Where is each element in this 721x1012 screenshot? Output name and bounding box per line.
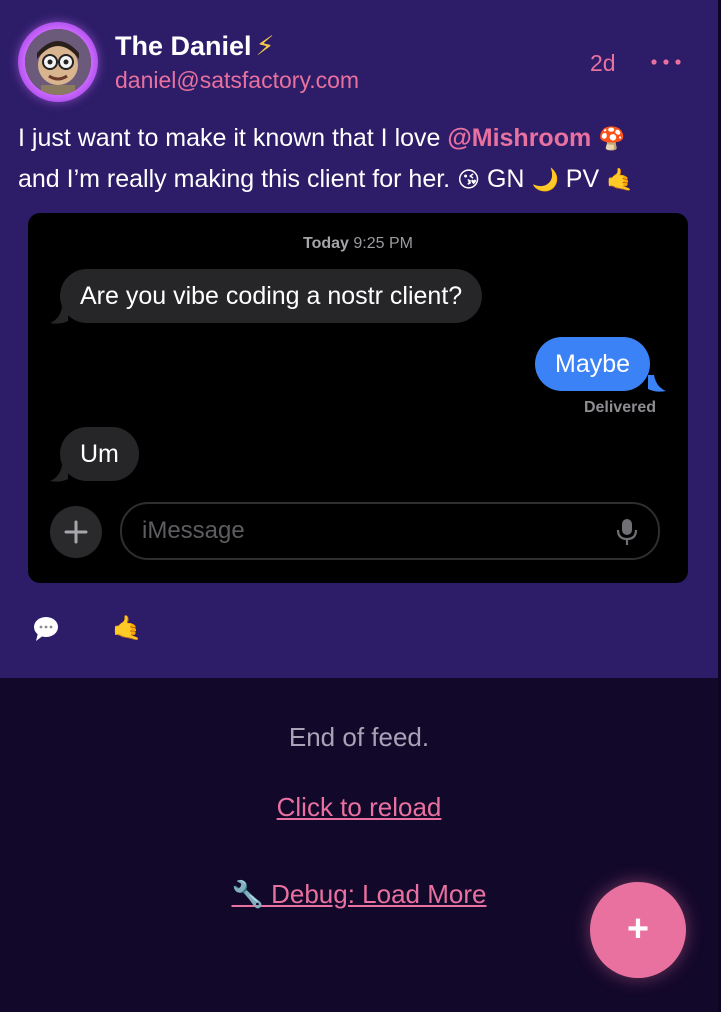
note-word-pv: PV xyxy=(565,165,600,193)
reload-link[interactable]: Click to reload xyxy=(0,792,718,823)
note-text-line2: and I’m really making this client for he… xyxy=(18,165,451,193)
attached-image[interactable]: Today 9:25 PM Are you vibe coding a nost… xyxy=(28,213,688,583)
author-name[interactable]: The Daniel ⚡ xyxy=(115,31,275,62)
author-name-text[interactable]: The Daniel xyxy=(115,31,252,61)
kiss-emoji: 😘 xyxy=(457,167,481,192)
mention-link[interactable]: @Mishroom xyxy=(447,124,591,152)
moon-emoji: 🌙 xyxy=(531,167,559,192)
ellipsis-horizontal-icon[interactable] xyxy=(648,46,684,76)
compose-button[interactable]: + xyxy=(590,882,686,978)
plus-icon xyxy=(50,506,102,558)
bubble-tail xyxy=(648,375,666,392)
message-clock: 9:25 PM xyxy=(353,235,413,252)
message-day: Today xyxy=(303,235,349,252)
message-timestamp: Today 9:25 PM xyxy=(28,235,688,253)
imessage-input: iMessage xyxy=(120,502,660,560)
debug-load-more-text[interactable]: 🔧 Debug: Load More xyxy=(232,879,487,909)
message-bubble-outgoing: Maybe xyxy=(535,337,651,391)
lightning-bolt-icon: ⚡ xyxy=(255,31,275,61)
reload-link-text[interactable]: Click to reload xyxy=(277,792,442,822)
shaka-emoji: 🤙 xyxy=(606,167,634,192)
bubble-tail xyxy=(50,307,68,324)
note-content: I just want to make it known that I love… xyxy=(18,118,708,200)
bubble-tail xyxy=(50,465,68,482)
mushroom-emoji: 🍄 xyxy=(598,126,626,151)
note-text: I just want to make it known that I love xyxy=(18,124,448,152)
delivered-label: Delivered xyxy=(583,399,656,416)
reaction-button[interactable]: 🤙 xyxy=(112,614,142,643)
avatar[interactable] xyxy=(18,22,98,102)
speech-bubble-icon[interactable] xyxy=(33,616,59,642)
note-word-gn: GN xyxy=(486,165,525,193)
post-timestamp[interactable]: 2d xyxy=(590,50,616,77)
microphone-icon xyxy=(616,519,638,545)
message-bubble-incoming: Are you vibe coding a nostr client? xyxy=(60,269,483,323)
author-nip05[interactable]: daniel@satsfactory.com xyxy=(115,67,359,94)
app-root: The Daniel ⚡ daniel@satsfactory.com 2d I … xyxy=(0,0,721,1012)
note-card[interactable]: The Daniel ⚡ daniel@satsfactory.com 2d I … xyxy=(0,0,718,678)
end-of-feed-message: End of feed. xyxy=(288,722,430,752)
imessage-placeholder: iMessage xyxy=(142,517,245,544)
avatar-image xyxy=(25,29,91,95)
message-bubble-incoming: Um xyxy=(60,427,139,481)
plus-icon: + xyxy=(626,908,650,950)
